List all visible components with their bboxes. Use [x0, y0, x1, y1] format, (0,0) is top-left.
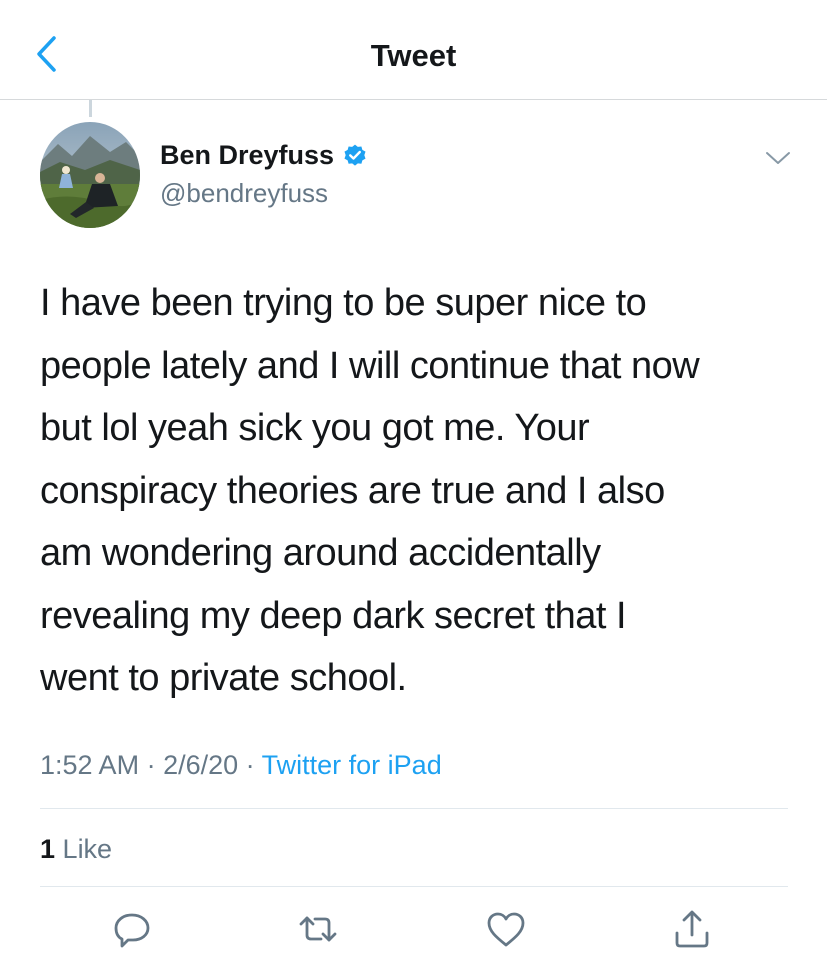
author-name: Ben Dreyfuss [160, 140, 335, 170]
likes-count[interactable]: 1 Like [40, 834, 112, 865]
tweet-date: 2/6/20 [163, 750, 239, 780]
tweet-text: I have been trying to be super nice to p… [40, 272, 810, 710]
heart-icon [487, 912, 525, 947]
author-name-row[interactable]: Ben Dreyfuss [160, 140, 368, 171]
action-bar [0, 905, 827, 965]
thread-connector [89, 100, 92, 117]
tweet-metadata: 1:52 AM · 2/6/20 · Twitter for iPad [40, 750, 442, 781]
share-button[interactable] [668, 905, 716, 953]
meta-separator: · [238, 750, 262, 780]
author-handle[interactable]: @bendreyfuss [160, 178, 328, 209]
tweet-text-line: revealing my deep dark secret that I [40, 594, 627, 637]
tweet-time: 1:52 AM [40, 750, 140, 780]
likes-label: Like [62, 834, 113, 864]
avatar[interactable] [40, 122, 140, 228]
tweet-text-line: but lol yeah sick you got me. Your [40, 407, 590, 449]
reply-button[interactable] [108, 905, 156, 953]
share-icon [675, 910, 709, 948]
tweet-text-line: people lately and I will continue that n… [40, 344, 700, 387]
retweet-button[interactable] [294, 905, 342, 953]
tweet-text-line: I have been trying to be super nice to [40, 282, 647, 324]
more-options-button[interactable] [762, 144, 794, 172]
navigation-bar: Tweet [0, 0, 827, 100]
retweet-icon [299, 916, 337, 942]
reply-icon [114, 913, 150, 948]
like-button[interactable] [482, 905, 530, 953]
divider [40, 886, 788, 887]
verified-badge-icon [344, 144, 366, 166]
likes-number: 1 [40, 834, 56, 864]
tweet-source-link[interactable]: Twitter for iPad [262, 750, 442, 780]
tweet-text-line: went to private school. [40, 657, 407, 699]
meta-separator: · [139, 750, 164, 780]
avatar-image [40, 122, 140, 228]
divider [40, 808, 788, 809]
chevron-down-icon [766, 152, 790, 164]
tweet-text-line: conspiracy theories are true and I also [40, 469, 665, 512]
page-title: Tweet [370, 38, 457, 73]
tweet-text-line: am wondering around accidentally [40, 532, 601, 574]
